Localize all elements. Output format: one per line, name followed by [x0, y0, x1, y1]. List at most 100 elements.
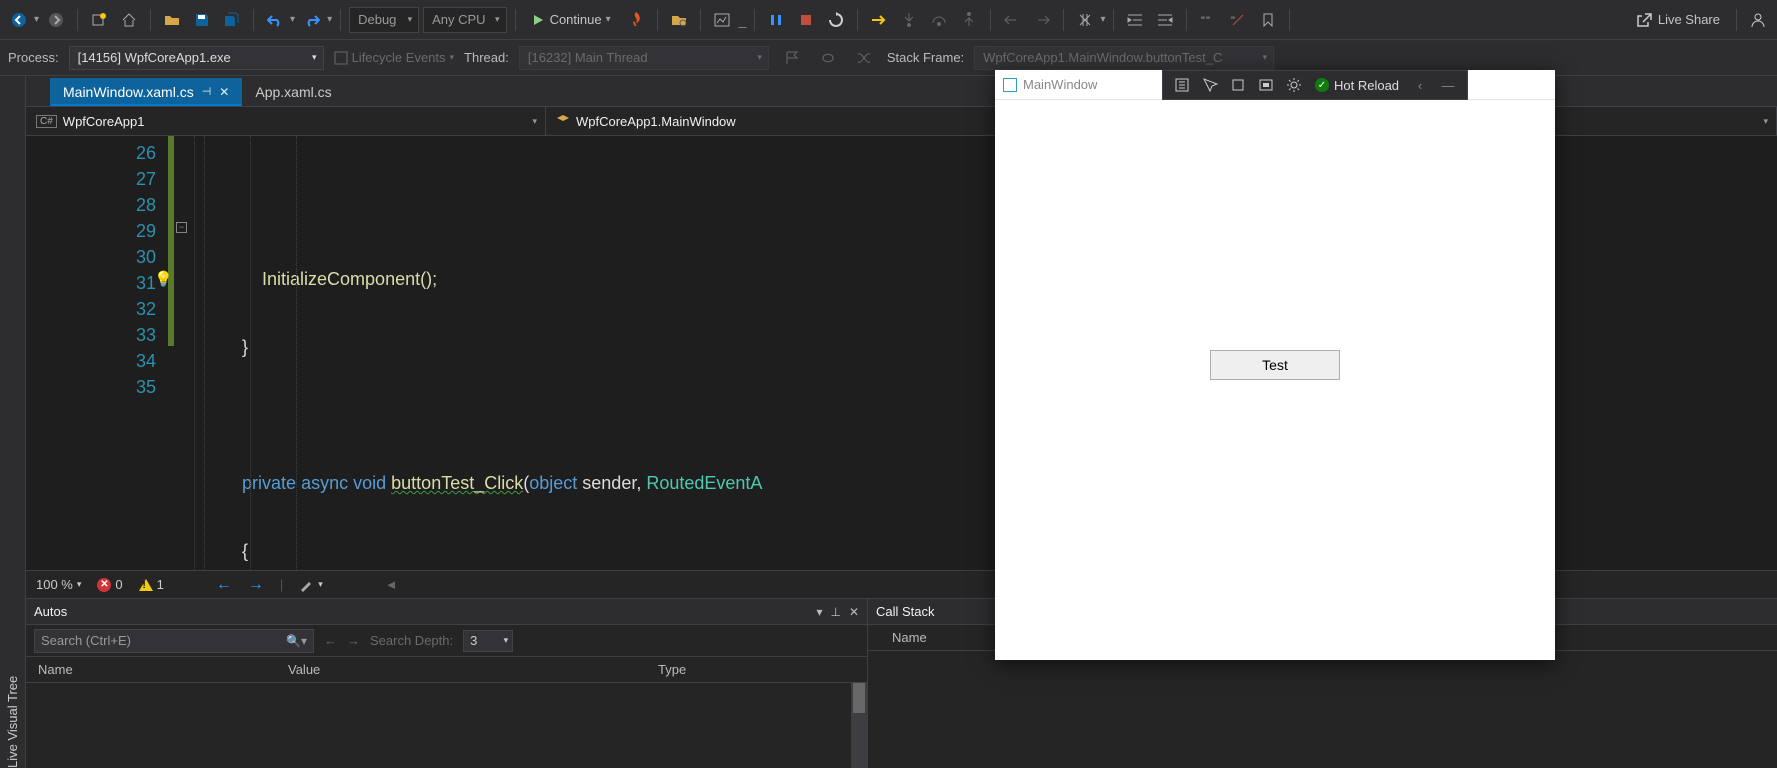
callstack-title: Call Stack	[876, 604, 935, 619]
display-layout-icon[interactable]	[1225, 73, 1251, 97]
outdent-icon[interactable]	[1152, 7, 1178, 33]
running-app-window[interactable]: MainWindow Test	[995, 70, 1555, 660]
step-into-icon	[896, 7, 922, 33]
nav-project[interactable]: C# WpfCoreApp1	[26, 107, 546, 135]
new-project-icon[interactable]	[86, 7, 112, 33]
platform-combo[interactable]: Any CPU	[423, 7, 506, 33]
lightbulb-icon[interactable]: 💡	[154, 270, 173, 288]
goto-live-tree-icon[interactable]	[1169, 73, 1195, 97]
intellicode-icon[interactable]	[1072, 7, 1098, 33]
search-prev-icon: ←	[324, 633, 337, 648]
main-toolbar: ▾ ▾ ▾ Debug Any CPU Continue ▾ _ ▾ "" "	[0, 0, 1777, 40]
open-icon[interactable]	[159, 7, 185, 33]
collapse-box-icon[interactable]: −	[176, 222, 187, 233]
lifecycle-label: Lifecycle Events	[352, 50, 446, 65]
play-icon	[532, 14, 544, 26]
app-icon	[1003, 78, 1017, 92]
undo-drop[interactable]: ▾	[290, 14, 295, 25]
depth-label: Search Depth:	[370, 633, 453, 648]
select-element-icon[interactable]	[1197, 73, 1223, 97]
test-button[interactable]: Test	[1210, 350, 1340, 380]
share-icon	[1636, 12, 1652, 28]
threads-icon	[815, 45, 841, 71]
pause-icon[interactable]	[763, 7, 789, 33]
nav-back-drop[interactable]: ▾	[34, 14, 39, 25]
pin-icon[interactable]: ⊣	[202, 85, 212, 98]
live-visual-tree-tab[interactable]: Live Visual Tree	[5, 86, 20, 768]
save-all-icon[interactable]	[219, 7, 245, 33]
next-issue-icon[interactable]: →	[248, 576, 264, 594]
redo-icon[interactable]	[299, 7, 325, 33]
comment-icon[interactable]: ""	[1195, 7, 1221, 33]
nav-fwd-icon[interactable]	[43, 7, 69, 33]
config-combo[interactable]: Debug	[349, 7, 419, 33]
restart-icon[interactable]	[823, 7, 849, 33]
redo-drop[interactable]: ▾	[327, 14, 332, 25]
check-icon: ✓	[1315, 78, 1329, 92]
autos-title: Autos	[34, 604, 67, 619]
track-focus-icon[interactable]	[1253, 73, 1279, 97]
uncomment-icon[interactable]: "	[1225, 7, 1251, 33]
stop-icon[interactable]	[793, 7, 819, 33]
panel-close-icon[interactable]: ✕	[849, 605, 859, 619]
class-icon	[556, 114, 570, 128]
line-gutter: 26 27 28 29 30 31 32 33 34 35 💡	[26, 136, 174, 570]
show-next-icon[interactable]	[866, 7, 892, 33]
in-app-toolbar[interactable]: ✓ Hot Reload ‹ —	[1162, 70, 1468, 100]
prev-issue-icon[interactable]: ←	[216, 576, 232, 594]
thread-label: Thread:	[464, 50, 509, 65]
hot-reload-flame-icon[interactable]	[623, 7, 649, 33]
underscore-icon: _	[739, 12, 747, 28]
callstack-body[interactable]	[868, 651, 1777, 768]
step-over-icon	[926, 7, 952, 33]
panel-menu-icon[interactable]: ▾	[816, 605, 822, 619]
continue-button[interactable]: Continue ▾	[524, 7, 619, 33]
brush-icon[interactable]: ▾	[299, 578, 323, 592]
fold-column[interactable]: −	[174, 136, 192, 570]
overlay-min-icon[interactable]: —	[1435, 73, 1461, 97]
overlay-collapse-icon[interactable]: ‹	[1407, 73, 1433, 97]
depth-combo[interactable]: 3	[463, 630, 513, 652]
autos-header[interactable]: NameValueType	[26, 657, 867, 683]
process-label: Process:	[8, 50, 59, 65]
autos-panel: Autos ▾ ⊥ ✕ Search (Ctrl+E) 🔍▾ ← → Search …	[26, 599, 868, 768]
nav-back-icon[interactable]	[6, 7, 32, 33]
live-share-button[interactable]: Live Share	[1628, 12, 1728, 28]
redo2-icon	[1029, 7, 1055, 33]
search-next-icon: →	[347, 633, 360, 648]
scroll-left-icon[interactable]: ◄	[385, 577, 398, 592]
step-out-icon	[956, 7, 982, 33]
warning-count[interactable]: !1	[139, 577, 164, 592]
find-in-files-icon[interactable]	[666, 7, 692, 33]
zoom-combo[interactable]: 100 %▾	[36, 577, 81, 592]
flag-icon	[779, 45, 805, 71]
left-tool-rail[interactable]: Live Visual Tree	[0, 76, 26, 768]
error-count[interactable]: ✕0	[97, 577, 122, 592]
scrollbar[interactable]	[851, 683, 867, 768]
user-icon[interactable]	[1745, 7, 1771, 33]
indent-icon[interactable]	[1122, 7, 1148, 33]
svg-text:": "	[1201, 15, 1205, 27]
stackframe-combo[interactable]: WpfCoreApp1.MainWindow.buttonTest_C	[974, 46, 1274, 70]
stackframe-label: Stack Frame:	[887, 50, 964, 65]
svg-text:": "	[1206, 15, 1210, 27]
undo-icon[interactable]	[262, 7, 288, 33]
process-combo[interactable]: [14156] WpfCoreApp1.exe	[69, 46, 324, 70]
settings-icon[interactable]	[1281, 73, 1307, 97]
hot-reload-indicator[interactable]: ✓ Hot Reload	[1309, 78, 1405, 93]
save-icon[interactable]	[189, 7, 215, 33]
close-icon[interactable]: ✕	[219, 85, 229, 99]
home-icon[interactable]	[116, 7, 142, 33]
tab-mainwindow[interactable]: MainWindow.xaml.cs ⊣ ✕	[50, 78, 242, 106]
panel-pin-icon[interactable]: ⊥	[830, 605, 840, 619]
bookmark-icon[interactable]	[1255, 7, 1281, 33]
autos-body[interactable]	[26, 683, 867, 768]
tab-appxaml[interactable]: App.xaml.cs	[242, 78, 344, 106]
undo2-icon	[999, 7, 1025, 33]
thread-combo[interactable]: [16232] Main Thread	[519, 46, 769, 70]
search-icon[interactable]: 🔍▾	[286, 634, 307, 648]
autos-search[interactable]: Search (Ctrl+E) 🔍▾	[34, 629, 314, 653]
app-title: MainWindow	[1023, 77, 1097, 92]
screenshot-icon[interactable]	[709, 7, 735, 33]
threads2-icon	[851, 45, 877, 71]
